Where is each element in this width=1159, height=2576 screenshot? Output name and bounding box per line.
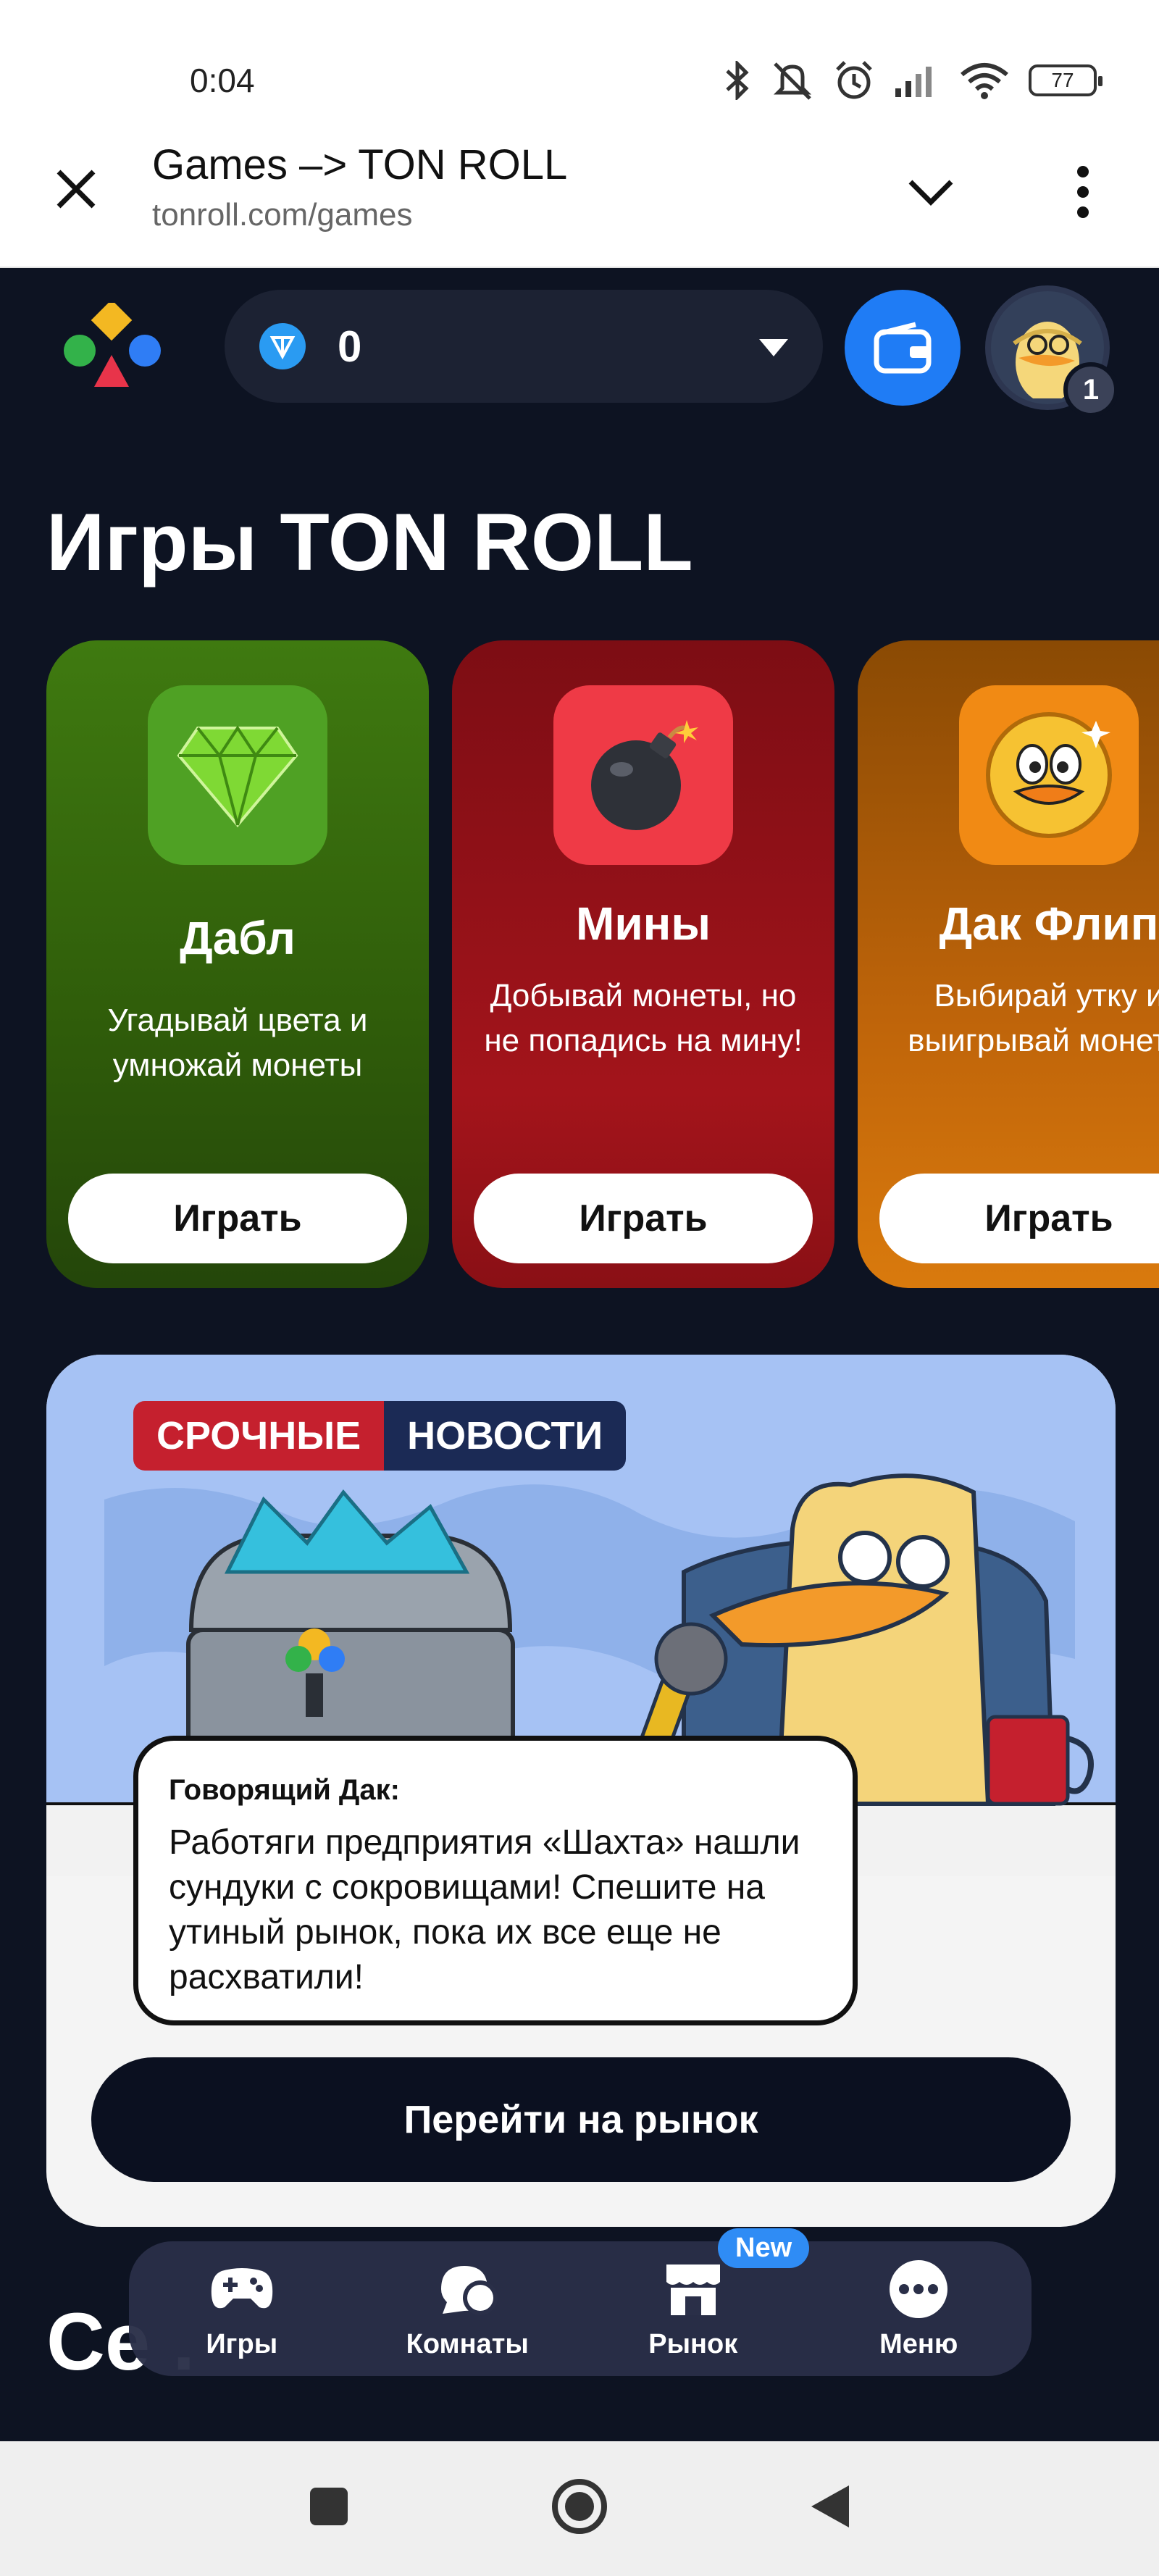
game-description: Выбирай утку и выигрывай монеты <box>908 978 1159 1058</box>
browser-url: tonroll.com/games <box>152 197 413 233</box>
back-triangle-icon <box>811 2485 849 2527</box>
news-text: Работяги предприятия «Шахта» нашли сунду… <box>169 1823 800 1996</box>
alarm-icon <box>836 61 872 99</box>
gem-icon <box>148 685 327 865</box>
game-name: Дак Флип <box>939 898 1159 950</box>
nav-item-market[interactable]: New Рынок <box>580 2228 810 2376</box>
logo-icon <box>64 299 161 387</box>
status-bar: 0:04 77 <box>0 0 1159 130</box>
caret-down-icon <box>759 339 788 356</box>
game-description: Добывай монеты, но не попадись на мину! <box>484 978 803 1058</box>
bomb-icon <box>553 685 733 865</box>
browser-header: Games –> TON ROLL tonroll.com/games <box>0 130 1159 268</box>
market-icon <box>658 2257 728 2322</box>
news-tag: СРОЧНЫЕ НОВОСТИ <box>133 1401 627 1471</box>
wallet-button[interactable] <box>845 290 961 406</box>
news-card: СРОЧНЫЕ НОВОСТИ Говорящий Дак: Работяги … <box>46 1355 1116 2227</box>
home-button[interactable] <box>543 2470 616 2543</box>
nav-label: Меню <box>879 2329 958 2359</box>
mute-icon <box>773 62 812 100</box>
duck-coin-icon <box>959 685 1139 865</box>
game-card-double[interactable]: Дабл Угадывай цвета и умножай монеты Игр… <box>46 640 429 1288</box>
games-carousel[interactable]: Дабл Угадывай цвета и умножай монеты Игр… <box>46 640 1159 1288</box>
system-navigation-bar <box>0 2441 1159 2576</box>
news-tag-news: НОВОСТИ <box>384 1401 627 1471</box>
app-logo[interactable] <box>64 299 162 391</box>
square-icon <box>310 2488 348 2525</box>
nav-item-menu[interactable]: Меню <box>806 2241 1032 2376</box>
more-options-button[interactable] <box>1050 159 1116 225</box>
speech-bubble: Говорящий Дак: Работяги предприятия «Шах… <box>133 1736 858 2025</box>
game-description: Угадывай цвета и умножай монеты <box>107 1003 368 1083</box>
nav-item-rooms[interactable]: Комнаты <box>355 2241 581 2376</box>
play-button[interactable]: Играть <box>474 1174 813 1263</box>
game-card-duck-flip[interactable]: Дак Флип Выбирай утку и выигрывай монеты… <box>858 640 1159 1288</box>
recent-apps-button[interactable] <box>293 2470 365 2543</box>
nav-item-games[interactable]: Игры <box>129 2241 355 2376</box>
news-tag-urgent: СРОЧНЫЕ <box>133 1401 385 1471</box>
ton-icon <box>259 323 306 369</box>
menu-dots-icon <box>884 2257 953 2322</box>
notification-badge: 1 <box>1063 362 1118 417</box>
wifi-icon <box>961 63 1008 99</box>
chevron-down-icon <box>908 180 953 206</box>
signal-icon <box>895 67 932 97</box>
game-name: Мины <box>576 898 711 950</box>
bluetooth-icon <box>726 61 749 100</box>
bottom-navigation: Игры Комнаты New Рынок Меню <box>129 2228 1032 2376</box>
balance-selector[interactable]: 0 <box>225 290 823 403</box>
play-button[interactable]: Играть <box>879 1174 1159 1263</box>
expand-button[interactable] <box>898 159 963 225</box>
nav-label: Рынок <box>648 2329 738 2359</box>
more-vertical-icon <box>1077 166 1089 218</box>
battery-icon: 77 <box>1029 64 1102 96</box>
go-to-market-button[interactable]: Перейти на рынок <box>91 2057 1071 2182</box>
nav-label: Игры <box>206 2329 278 2359</box>
home-circle-icon <box>552 2479 607 2534</box>
close-icon <box>57 170 96 209</box>
status-icons: 77 <box>723 59 1102 101</box>
battery-level: 77 <box>1051 69 1074 91</box>
status-time: 0:04 <box>190 62 255 99</box>
gamepad-icon <box>207 2257 277 2322</box>
rooms-icon <box>432 2257 502 2322</box>
wallet-icon <box>874 322 932 374</box>
news-author: Говорящий Дак: <box>169 1774 400 1806</box>
balance-value: 0 <box>338 322 362 371</box>
play-button[interactable]: Играть <box>68 1174 407 1263</box>
back-button[interactable] <box>794 2470 866 2543</box>
page-title: Игры TON ROLL <box>46 497 693 587</box>
new-badge: New <box>718 2228 810 2268</box>
browser-page-title: Games –> TON ROLL <box>152 141 568 188</box>
nav-label: Комнаты <box>406 2329 529 2359</box>
game-card-mines[interactable]: Мины Добывай монеты, но не попадись на м… <box>452 640 834 1288</box>
close-button[interactable] <box>43 156 109 222</box>
game-name: Дабл <box>180 912 296 964</box>
